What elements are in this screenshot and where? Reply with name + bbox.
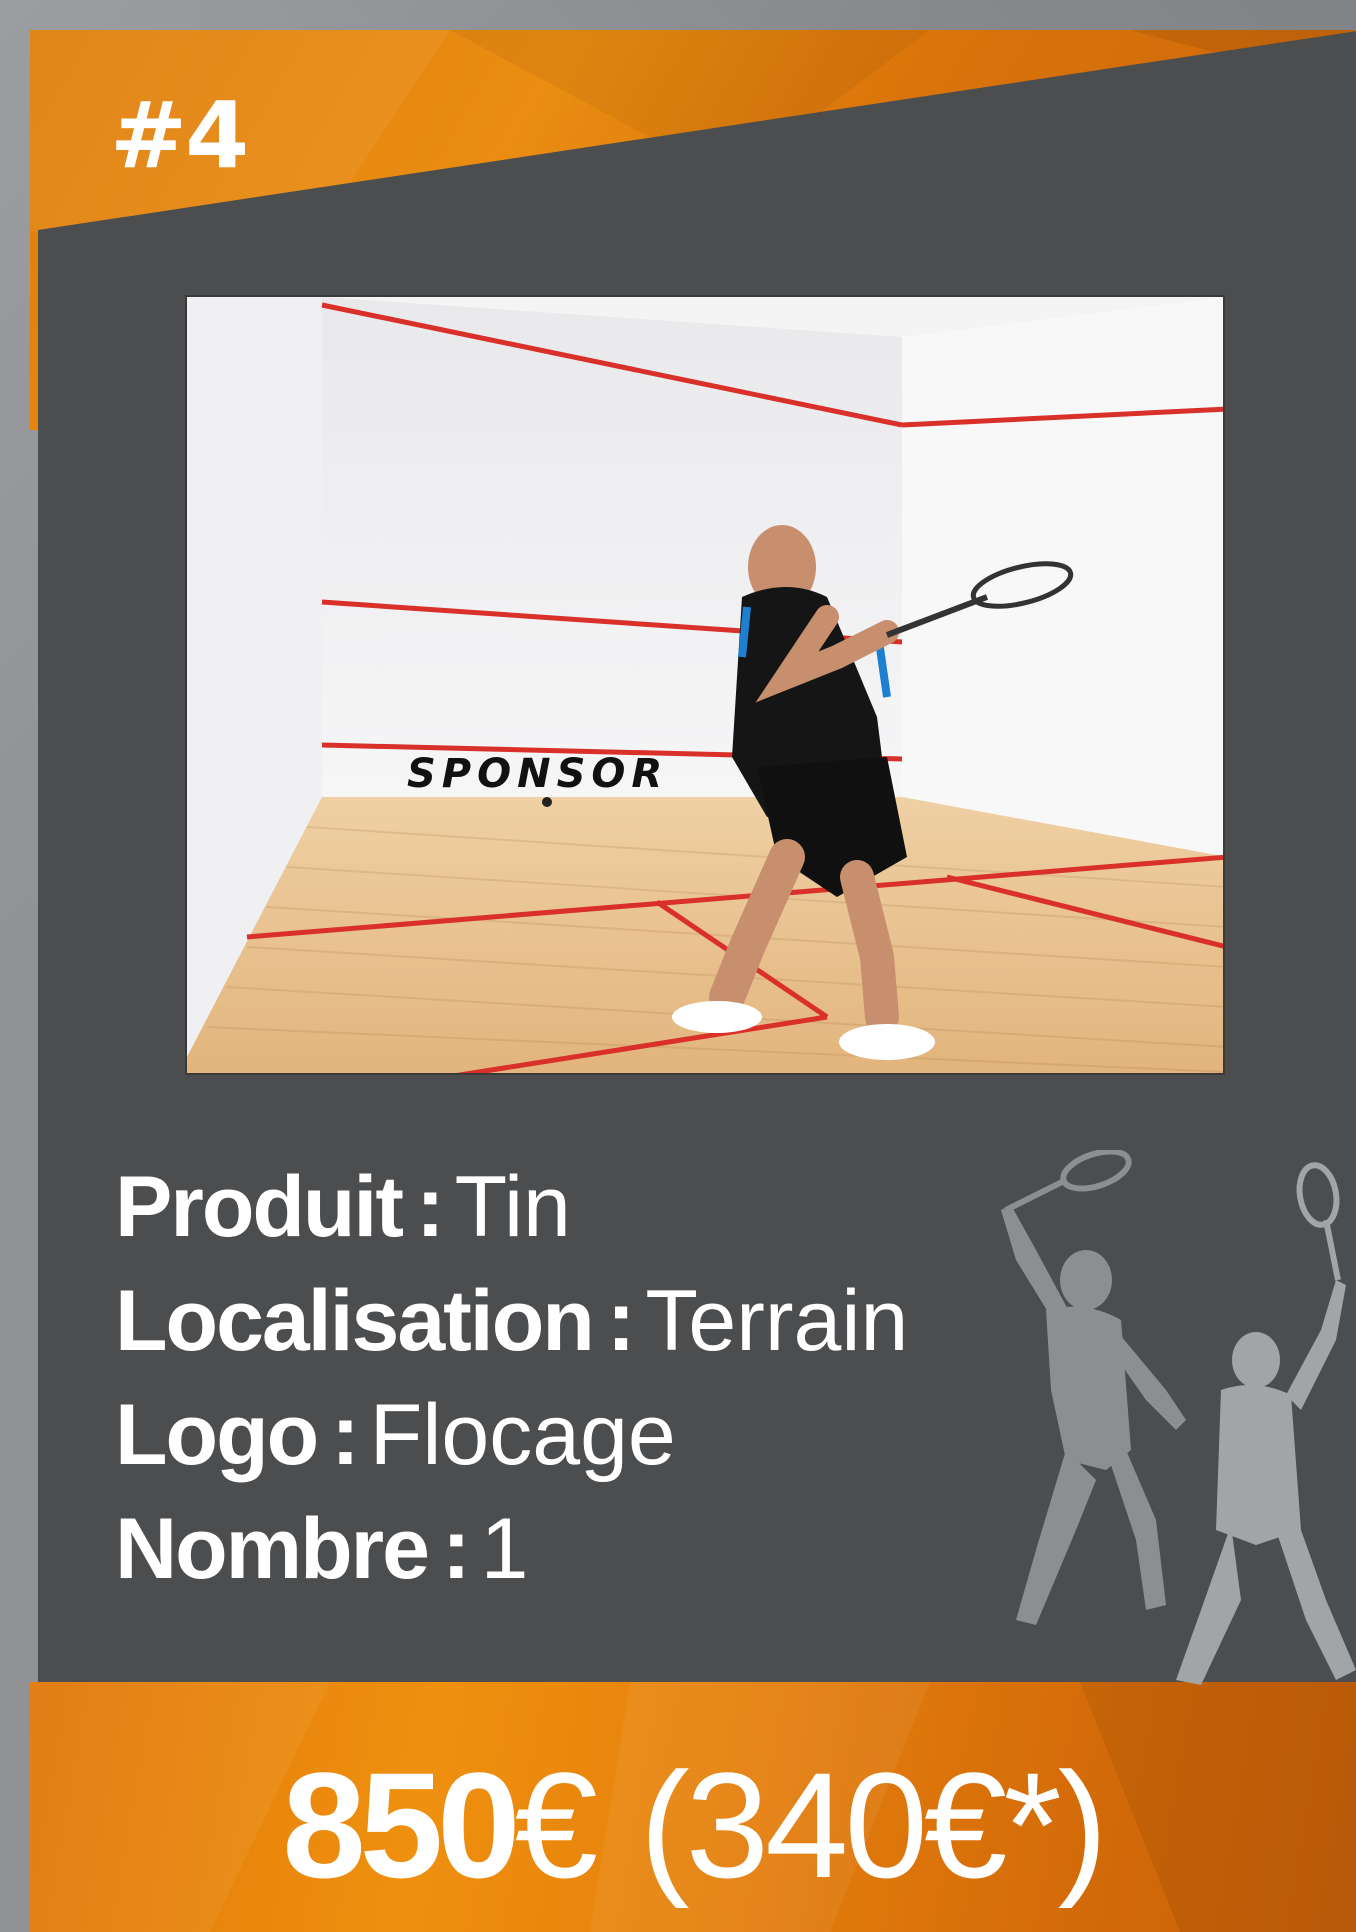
price-currency: € bbox=[514, 1741, 599, 1909]
price-alternative: (340€*) bbox=[639, 1741, 1108, 1909]
spec-localisation: Localisation: Terrain bbox=[115, 1264, 908, 1378]
offer-rank: #4 bbox=[110, 82, 249, 189]
spec-logo: Logo: Flocage bbox=[115, 1378, 908, 1492]
spec-value: Flocage bbox=[369, 1387, 676, 1483]
squash-players-silhouette-icon bbox=[1001, 1150, 1356, 1685]
offer-price: 850€ (340€*) bbox=[30, 1740, 1356, 1910]
squash-court-illustration: SPONSOR bbox=[187, 297, 1223, 1073]
court-photo: SPONSOR bbox=[185, 295, 1225, 1075]
spec-value: 1 bbox=[480, 1501, 529, 1597]
price-amount: 850 bbox=[282, 1741, 520, 1909]
offer-specs: Produit: Tin Localisation: Terrain Logo: Fl… bbox=[115, 1150, 908, 1606]
sponsor-wall-text: SPONSOR bbox=[407, 751, 668, 797]
spec-value: Terrain bbox=[645, 1273, 909, 1369]
spec-label: Nombre bbox=[115, 1501, 430, 1597]
spec-value: Tin bbox=[454, 1159, 571, 1255]
spec-label: Produit bbox=[115, 1159, 404, 1255]
spec-separator: : bbox=[331, 1387, 360, 1483]
offer-card: #4 SPONSOR Produit: Tin Localisation: … bbox=[30, 30, 1356, 1932]
spec-produit: Produit: Tin bbox=[115, 1150, 908, 1264]
spec-label: Logo bbox=[115, 1387, 319, 1483]
spec-separator: : bbox=[415, 1159, 445, 1255]
spec-nombre: Nombre:1 bbox=[115, 1492, 908, 1606]
spec-label: Localisation bbox=[115, 1273, 595, 1369]
spec-separator: : bbox=[441, 1501, 471, 1597]
spec-separator: : bbox=[606, 1273, 636, 1369]
